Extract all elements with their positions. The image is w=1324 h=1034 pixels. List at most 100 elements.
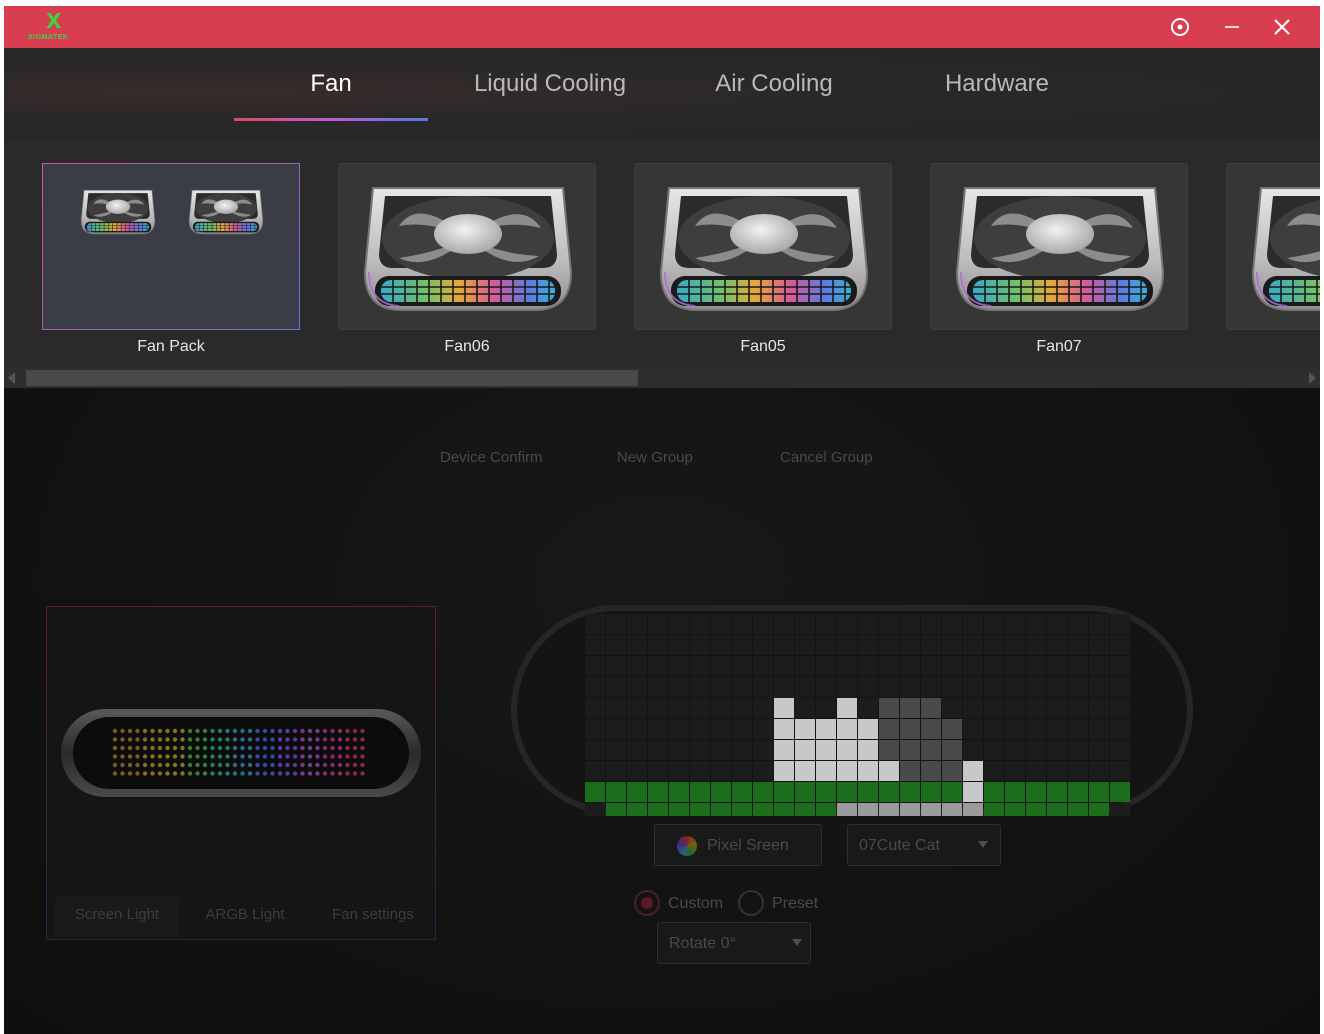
pixel-cell[interactable] <box>921 782 941 802</box>
pixel-cell[interactable] <box>627 803 647 816</box>
pixel-cell[interactable] <box>690 719 710 739</box>
pixel-cell[interactable] <box>984 656 1004 676</box>
pixel-cell[interactable] <box>690 782 710 802</box>
custom-radio[interactable]: Custom <box>634 890 734 918</box>
pixel-cell[interactable] <box>963 677 983 697</box>
pixel-cell[interactable] <box>1068 677 1088 697</box>
pixel-cell[interactable] <box>837 803 857 816</box>
pixel-cell[interactable] <box>627 761 647 781</box>
pixel-cell[interactable] <box>690 677 710 697</box>
pixel-cell[interactable] <box>1026 614 1046 634</box>
pixel-cell[interactable] <box>858 656 878 676</box>
pixel-cell[interactable] <box>963 740 983 760</box>
pixel-cell[interactable] <box>795 761 815 781</box>
pixel-cell[interactable] <box>1005 782 1025 802</box>
pixel-cell[interactable] <box>753 614 773 634</box>
pixel-cell[interactable] <box>837 614 857 634</box>
pixel-cell[interactable] <box>669 803 689 816</box>
pixel-cell[interactable] <box>942 698 962 718</box>
pixel-cell[interactable] <box>1047 719 1067 739</box>
pixel-cell[interactable] <box>963 614 983 634</box>
pixel-cell[interactable] <box>921 614 941 634</box>
pixel-cell[interactable] <box>585 698 605 718</box>
pixel-cell[interactable] <box>648 761 668 781</box>
pixel-cell[interactable] <box>669 740 689 760</box>
pixel-cell[interactable] <box>858 677 878 697</box>
pixel-cell[interactable] <box>606 782 626 802</box>
pixel-cell[interactable] <box>795 677 815 697</box>
pixel-cell[interactable] <box>711 698 731 718</box>
pixel-cell[interactable] <box>585 803 605 816</box>
pixel-cell[interactable] <box>900 803 920 816</box>
pixel-cell[interactable] <box>1089 656 1109 676</box>
pixel-cell[interactable] <box>753 719 773 739</box>
target-button[interactable] <box>1162 12 1198 42</box>
pixel-cell[interactable] <box>627 698 647 718</box>
pixel-cell[interactable] <box>711 677 731 697</box>
pixel-cell[interactable] <box>900 656 920 676</box>
pixel-cell[interactable] <box>963 761 983 781</box>
pixel-cell[interactable] <box>879 761 899 781</box>
pixel-cell[interactable] <box>984 677 1004 697</box>
pixel-cell[interactable] <box>606 719 626 739</box>
pixel-cell[interactable] <box>837 656 857 676</box>
pixel-cell[interactable] <box>963 803 983 816</box>
pixel-cell[interactable] <box>1026 740 1046 760</box>
tab-hardware[interactable]: Hardware <box>914 70 1080 104</box>
pixel-cell[interactable] <box>900 677 920 697</box>
pixel-cell[interactable] <box>1047 740 1067 760</box>
pixel-cell[interactable] <box>753 740 773 760</box>
pixel-cell[interactable] <box>732 698 752 718</box>
pixel-cell[interactable] <box>1089 740 1109 760</box>
pixel-cell[interactable] <box>816 782 836 802</box>
pixel-cell[interactable] <box>1005 803 1025 816</box>
tab-screen-light[interactable]: Screen Light <box>55 897 179 937</box>
pixel-cell[interactable] <box>879 656 899 676</box>
pixel-cell[interactable] <box>669 698 689 718</box>
pixel-cell[interactable] <box>606 761 626 781</box>
pixel-cell[interactable] <box>858 698 878 718</box>
pixel-cell[interactable] <box>837 740 857 760</box>
new-group-button[interactable]: New Group <box>599 438 729 478</box>
tab-air-cooling[interactable]: Air Cooling <box>694 70 854 104</box>
pixel-cell[interactable] <box>1110 635 1130 655</box>
pixel-cell[interactable] <box>732 782 752 802</box>
pixel-cell[interactable] <box>1026 782 1046 802</box>
pixel-cell[interactable] <box>1026 677 1046 697</box>
pixel-cell[interactable] <box>1026 761 1046 781</box>
pixel-cell[interactable] <box>858 719 878 739</box>
pixel-cell[interactable] <box>648 656 668 676</box>
pixel-cell[interactable] <box>1068 635 1088 655</box>
pixel-cell[interactable] <box>1068 740 1088 760</box>
pixel-cell[interactable] <box>858 614 878 634</box>
pixel-cell[interactable] <box>1068 782 1088 802</box>
pixel-cell[interactable] <box>732 803 752 816</box>
pixel-cell[interactable] <box>774 677 794 697</box>
pixel-cell[interactable] <box>858 803 878 816</box>
pixel-cell[interactable] <box>606 614 626 634</box>
pixel-cell[interactable] <box>921 698 941 718</box>
pixel-cell[interactable] <box>837 782 857 802</box>
pixel-cell[interactable] <box>963 656 983 676</box>
pixel-cell[interactable] <box>1068 698 1088 718</box>
pixel-cell[interactable] <box>690 656 710 676</box>
pixel-cell[interactable] <box>921 719 941 739</box>
pixel-cell[interactable] <box>816 698 836 718</box>
pixel-cell[interactable] <box>732 761 752 781</box>
pixel-cell[interactable] <box>774 698 794 718</box>
pixel-cell[interactable] <box>669 677 689 697</box>
pixel-cell[interactable] <box>648 719 668 739</box>
pixel-cell[interactable] <box>627 719 647 739</box>
pixel-cell[interactable] <box>942 614 962 634</box>
pixel-cell[interactable] <box>627 635 647 655</box>
tab-fan[interactable]: Fan <box>234 70 428 104</box>
pixel-cell[interactable] <box>816 719 836 739</box>
pixel-cell[interactable] <box>1089 719 1109 739</box>
horizontal-scrollbar[interactable] <box>4 368 1320 388</box>
pixel-cell[interactable] <box>753 698 773 718</box>
pixel-cell[interactable] <box>606 635 626 655</box>
pixel-cell[interactable] <box>900 719 920 739</box>
pixel-cell[interactable] <box>690 740 710 760</box>
pixel-cell[interactable] <box>774 803 794 816</box>
pixel-cell[interactable] <box>816 635 836 655</box>
